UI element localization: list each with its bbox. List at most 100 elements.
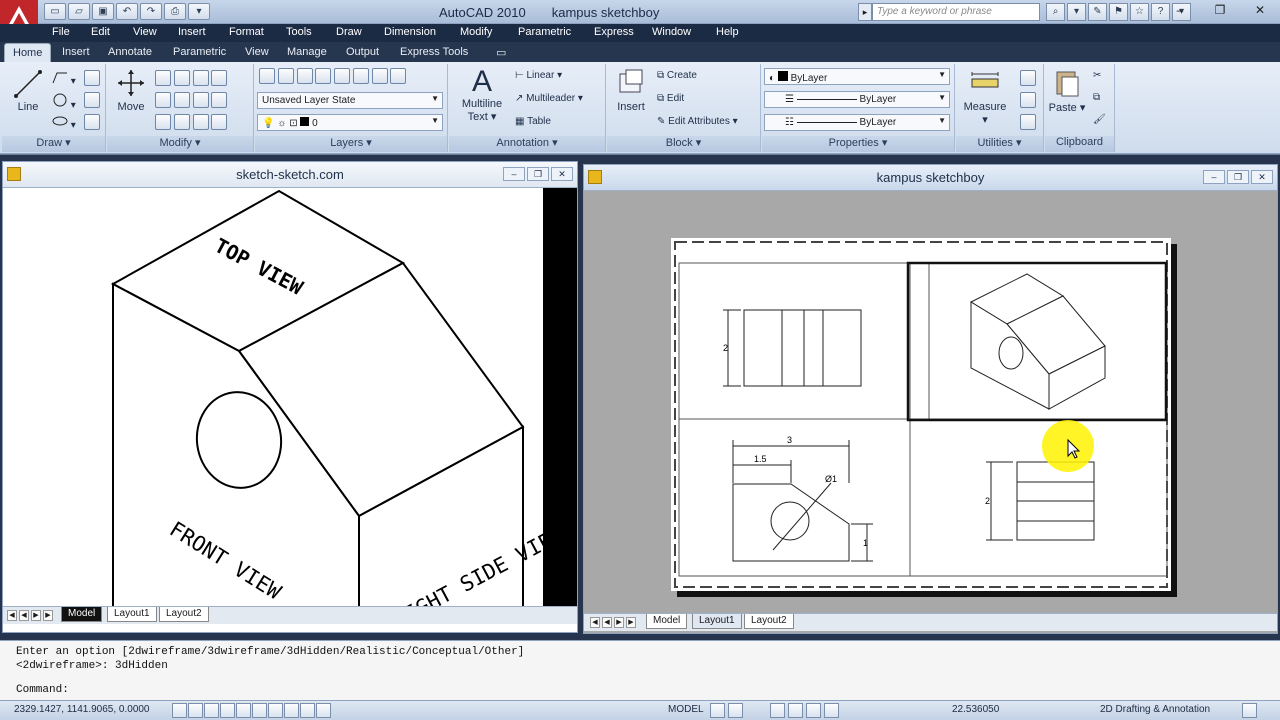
right-window-titlebar[interactable]: kampus sketchboy – ❐ ✕ (584, 165, 1277, 191)
stretch-icon[interactable] (211, 92, 228, 108)
draw-panel-label[interactable]: Draw ▾ (2, 136, 105, 152)
tab-model[interactable]: Model (61, 607, 103, 622)
quick-view-drawings-icon[interactable] (728, 703, 743, 718)
match-properties-button[interactable]: 🖌 (1093, 114, 1106, 125)
scale-icon[interactable] (155, 114, 171, 130)
layer-icon[interactable] (390, 68, 407, 84)
move-button[interactable]: Move (111, 68, 151, 113)
new-file-icon[interactable]: ▭ (44, 3, 66, 20)
binoculars-icon[interactable]: ⌕ (1046, 3, 1065, 21)
block-panel-label[interactable]: Block ▾ (607, 136, 760, 152)
edit-attributes-button[interactable]: ✎ Edit Attributes ▾ (657, 116, 738, 127)
layout-paper-sheet[interactable]: 2 3 1.5 Ø1 1 2 (671, 238, 1171, 591)
dropdown-icon[interactable]: ▾ (1067, 3, 1086, 21)
copy-clip-button[interactable]: ⧉ (1093, 92, 1100, 103)
steering-wheel-icon[interactable] (806, 703, 821, 718)
line-button[interactable]: Line (8, 68, 48, 113)
snap-mode-icon[interactable] (172, 703, 187, 718)
cut-button[interactable]: ✂ (1093, 70, 1101, 81)
utilities-panel-label[interactable]: Utilities ▾ (956, 136, 1043, 152)
trim-icon[interactable] (173, 70, 190, 86)
insert-block-button[interactable]: Insert (611, 68, 651, 113)
clipboard-panel-label[interactable]: Clipboard (1045, 136, 1114, 152)
paste-button[interactable]: Paste ▾ (1047, 68, 1087, 114)
properties-panel-label[interactable]: Properties ▾ (762, 136, 954, 152)
hatch-button[interactable] (84, 114, 100, 130)
first-tab-icon[interactable]: ◀ (590, 617, 600, 628)
search-arrow-icon[interactable]: ▸ (858, 3, 872, 21)
tab-layout2[interactable]: Layout2 (159, 607, 209, 622)
tab-insert[interactable]: Insert (62, 46, 90, 58)
layer-icon[interactable] (371, 68, 388, 84)
restore-icon[interactable]: ❐ (1200, 0, 1240, 20)
grid-display-icon[interactable] (188, 703, 203, 718)
tab-manage[interactable]: Manage (287, 46, 327, 58)
calculator-button[interactable] (1020, 114, 1036, 130)
lineweight-dropdown[interactable]: ☷ ByLayer ▼ (764, 114, 950, 131)
tab-output[interactable]: Output (346, 46, 379, 58)
modify-panel-label[interactable]: Modify ▾ (107, 136, 253, 152)
layer-icon[interactable] (315, 68, 332, 84)
tab-layout1[interactable]: Layout1 (692, 614, 742, 629)
viewport-scale[interactable]: 22.536050 (952, 704, 999, 715)
menu-draw[interactable]: Draw (336, 26, 362, 38)
minimize-icon[interactable]: – (1160, 0, 1200, 20)
quick-view-layouts-icon[interactable] (710, 703, 725, 718)
menu-insert[interactable]: Insert (178, 26, 206, 38)
create-block-button[interactable]: ⧉ Create (657, 70, 697, 81)
menu-dimension[interactable]: Dimension (384, 26, 436, 38)
menu-format[interactable]: Format (229, 26, 264, 38)
layer-properties-icon[interactable] (259, 68, 275, 84)
isometric-model-view[interactable]: TOP VIEW FRONT VIEW RIGHT SIDE VIEW (3, 188, 577, 608)
dynamic-input-icon[interactable] (284, 703, 299, 718)
minimize-icon[interactable]: – (1203, 170, 1225, 184)
help-search-input[interactable]: Type a keyword or phrase (872, 3, 1040, 21)
tab-layout2[interactable]: Layout2 (744, 614, 794, 629)
menu-help[interactable]: Help (716, 26, 739, 38)
linetype-dropdown[interactable]: ☰ ByLayer ▼ (764, 91, 950, 108)
last-tab-icon[interactable]: ▶ (626, 617, 636, 628)
close-icon[interactable]: ✕ (1240, 0, 1280, 20)
id-point-button[interactable] (1020, 92, 1036, 108)
explode-icon[interactable] (192, 92, 209, 108)
layer-icon[interactable] (334, 68, 351, 84)
mirror-icon[interactable] (155, 92, 171, 108)
edit-block-button[interactable]: ⧉ Edit (657, 93, 684, 104)
ellipse-button[interactable]: ▾ (52, 114, 76, 131)
ribbon-toggle-icon[interactable]: ▭ (496, 46, 506, 59)
layer-icon[interactable] (352, 68, 369, 84)
menu-view[interactable]: View (133, 26, 157, 38)
save-icon[interactable]: ▣ (92, 3, 114, 20)
menu-window[interactable]: Window (652, 26, 691, 38)
color-dropdown[interactable]: ◐ ByLayer ▼ (764, 68, 950, 85)
subscription-icon[interactable]: ✎ (1088, 3, 1107, 21)
open-file-icon[interactable]: ▱ (68, 3, 90, 20)
close-icon[interactable]: ✕ (1251, 170, 1273, 184)
circle-button[interactable]: ▾ (52, 92, 76, 111)
rectangle-button[interactable] (84, 92, 100, 108)
qat-dropdown-icon[interactable]: ▾ (188, 3, 210, 20)
rotate-icon[interactable] (155, 70, 171, 86)
communication-icon[interactable]: ⚑ (1109, 3, 1128, 21)
measure-button[interactable]: Measure ▾ (960, 68, 1010, 126)
zoom-icon[interactable] (788, 703, 803, 718)
restore-icon[interactable]: ❐ (1227, 170, 1249, 184)
close-icon[interactable]: ✕ (551, 167, 573, 181)
last-tab-icon[interactable]: ▶ (43, 610, 53, 621)
menu-file[interactable]: File (52, 26, 70, 38)
offset-icon[interactable] (192, 114, 209, 130)
array-icon[interactable] (173, 114, 190, 130)
tab-layout1[interactable]: Layout1 (107, 607, 157, 622)
menu-parametric[interactable]: Parametric (518, 26, 571, 38)
menu-edit[interactable]: Edit (91, 26, 110, 38)
command-prompt[interactable]: Command: (16, 684, 69, 696)
layer-icon[interactable] (277, 68, 294, 84)
layer-icon[interactable] (296, 68, 313, 84)
fillet-icon[interactable] (173, 92, 190, 108)
linear-dimension-button[interactable]: ⊢ Linear ▾ (515, 70, 562, 81)
undo-icon[interactable]: ↶ (116, 3, 138, 20)
restore-icon[interactable]: ❐ (527, 167, 549, 181)
arc-button[interactable] (84, 70, 100, 86)
chamfer-icon[interactable] (211, 114, 228, 130)
next-tab-icon[interactable]: ▶ (614, 617, 624, 628)
